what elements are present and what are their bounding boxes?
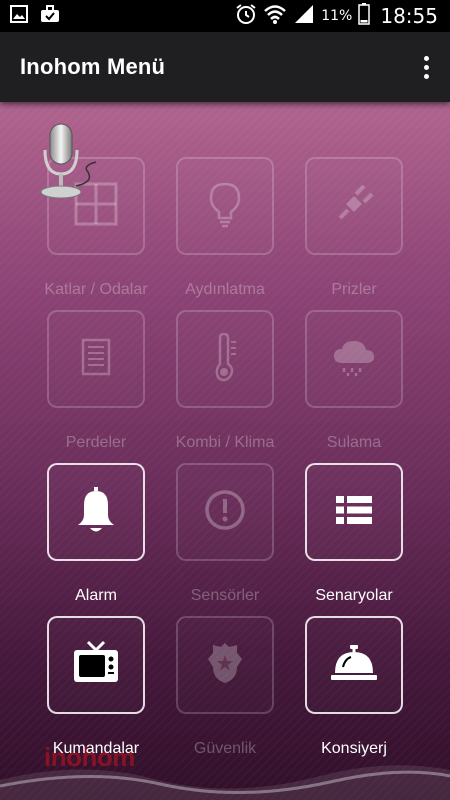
- signal-icon: [293, 4, 315, 29]
- tile-perdeler[interactable]: Perdeler: [31, 310, 161, 452]
- tile-senaryolar[interactable]: Senaryolar: [289, 463, 419, 605]
- tile-guvenlik[interactable]: Güvenlik: [160, 616, 290, 758]
- tile-sensorler[interactable]: Sensörler: [160, 463, 290, 605]
- wifi-icon: [263, 3, 287, 30]
- tile-button[interactable]: [305, 463, 403, 561]
- tile-label: Senaryolar: [315, 587, 393, 604]
- plug-icon: [332, 182, 376, 231]
- tile-label: Alarm: [75, 587, 117, 604]
- battery-icon: [358, 2, 371, 30]
- tile-button[interactable]: [176, 310, 274, 408]
- alert-circle-icon: [203, 488, 247, 537]
- list-icon: [334, 494, 374, 531]
- tile-kombi-klima[interactable]: Kombi / Klima: [160, 310, 290, 452]
- battery-percent: 11%: [321, 8, 353, 24]
- menu-grid-area: inohom Katlar / Odalar Aydınlatma Prizle…: [0, 102, 450, 800]
- tile-button[interactable]: [305, 616, 403, 714]
- tile-label: Prizler: [331, 281, 377, 298]
- tile-label: Sensörler: [190, 587, 260, 604]
- status-bar: 11% 18:55: [0, 0, 450, 32]
- tile-button[interactable]: [47, 616, 145, 714]
- tile-sulama[interactable]: Sulama: [289, 310, 419, 452]
- tile-button[interactable]: [47, 463, 145, 561]
- tile-label: Katlar / Odalar: [44, 281, 148, 298]
- tile-konsiyerj[interactable]: Konsiyerj: [289, 616, 419, 758]
- briefcase-icon: [40, 4, 60, 28]
- overflow-menu-button[interactable]: [406, 43, 446, 91]
- alarm-icon: [235, 3, 257, 30]
- overflow-dot: [423, 55, 429, 61]
- tile-label: Sulama: [326, 434, 382, 451]
- light-bulb-icon: [205, 180, 245, 233]
- tile-button[interactable]: [176, 157, 274, 255]
- tile-alarm[interactable]: Alarm: [31, 463, 161, 605]
- decorative-wave: [0, 765, 450, 800]
- tile-button[interactable]: [305, 310, 403, 408]
- overflow-dot: [423, 64, 429, 70]
- tile-button[interactable]: [47, 310, 145, 408]
- tile-button[interactable]: [176, 616, 274, 714]
- service-bell-icon: [329, 643, 379, 688]
- tile-aydinlatma[interactable]: Aydınlatma: [160, 157, 290, 299]
- page-title: Inohom Menü: [20, 54, 166, 79]
- tile-label: Perdeler: [65, 434, 127, 451]
- bell-icon: [74, 485, 118, 540]
- tile-prizler[interactable]: Prizler: [289, 157, 419, 299]
- microphone-icon[interactable]: [36, 122, 106, 202]
- tile-kumandalar[interactable]: Kumandalar: [31, 616, 161, 758]
- overflow-dot: [423, 73, 429, 79]
- rain-cloud-icon: [332, 337, 376, 382]
- app-bar: Inohom Menü: [0, 32, 450, 102]
- curtain-icon: [80, 337, 112, 382]
- gallery-icon: [10, 4, 28, 28]
- tile-button[interactable]: [305, 157, 403, 255]
- tile-label: Aydınlatma: [185, 281, 265, 298]
- tile-label: Kombi / Klima: [175, 434, 275, 451]
- tile-button[interactable]: [176, 463, 274, 561]
- police-badge-icon: [205, 641, 245, 690]
- tv-icon: [72, 640, 120, 691]
- status-time: 18:55: [380, 4, 438, 28]
- thermometer-icon: [209, 332, 241, 387]
